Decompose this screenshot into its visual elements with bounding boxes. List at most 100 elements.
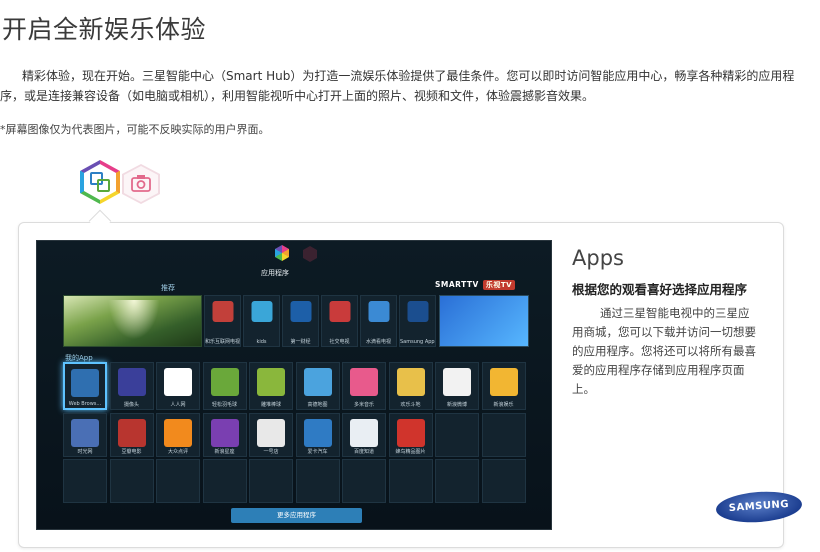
app-icon (117, 368, 146, 396)
app-tile[interactable]: 人人网 (156, 362, 200, 410)
app-label: 高德地图 (307, 402, 328, 408)
app-tile[interactable]: 摄像头 (109, 362, 154, 410)
panel-body: 通过三星智能电视中的三星应用商城，您可以下载并访问一切想要的应用程序。您将还可以… (572, 306, 756, 396)
app-label: 时光网 (77, 449, 93, 455)
app-label: 豆瓣电影 (121, 449, 142, 455)
app-icon (489, 368, 518, 396)
recommended-label: 推荐 (161, 284, 175, 292)
more-apps-button[interactable]: 更多应用程序 (231, 508, 362, 523)
app-tile[interactable]: 爱卡汽车 (295, 413, 340, 457)
app-icon (303, 368, 332, 396)
app-icon (117, 419, 146, 447)
app-tile[interactable] (481, 459, 526, 503)
recommended-banner[interactable] (63, 295, 202, 347)
app-icon (71, 369, 99, 397)
app-icon (164, 419, 192, 447)
app-label: 新浪娱乐 (493, 402, 514, 408)
app-tile[interactable]: 社交电视 (321, 295, 358, 347)
app-icon (368, 301, 389, 322)
app-icon (396, 368, 425, 396)
app-label: kids (256, 339, 267, 345)
app-tile[interactable] (435, 459, 479, 503)
app-tile[interactable]: 蜂鸟精品图片 (388, 413, 433, 457)
app-tile[interactable]: 新浪微博 (435, 362, 479, 410)
app-label: Samsung Apps (400, 339, 436, 345)
app-label: 水滴看电视 (365, 339, 391, 345)
app-icon (396, 419, 425, 447)
app-tile[interactable]: 雕堆棒球 (249, 362, 293, 410)
app-icon (329, 301, 350, 322)
app-tile[interactable] (435, 413, 479, 457)
app-tile[interactable]: 高德地图 (295, 362, 340, 410)
app-label: 社交电视 (329, 339, 350, 345)
tv-screenshot: 应用程序 推荐 SMARTTV 乐视TV 我的App 更多应用程序 和乐互联网电视… (36, 240, 552, 530)
apps-hex-tab[interactable] (80, 160, 120, 204)
samsung-apps-banner[interactable] (439, 295, 529, 347)
app-icon (212, 301, 233, 322)
app-tile[interactable] (202, 459, 247, 503)
app-tile[interactable] (342, 459, 386, 503)
app-tile[interactable]: 欢乐斗地 (388, 362, 433, 410)
app-tile[interactable]: 百度知道 (342, 413, 386, 457)
app-tile[interactable] (63, 459, 107, 503)
app-label: 蜂鸟精品图片 (395, 449, 426, 455)
app-tile[interactable]: 大众点评 (156, 413, 200, 457)
app-tile[interactable] (249, 459, 293, 503)
app-label: 和乐互联网电视 (205, 339, 241, 345)
app-tile[interactable] (109, 459, 154, 503)
camera-icon (131, 175, 151, 192)
app-tile[interactable]: 第一财经 (282, 295, 319, 347)
app-icon (303, 419, 332, 447)
app-icon (71, 419, 99, 447)
app-tile[interactable]: 多米音乐 (342, 362, 386, 410)
app-icon (164, 368, 192, 396)
app-icon (407, 301, 428, 322)
app-icon (257, 368, 285, 396)
app-icon (210, 368, 239, 396)
app-tile[interactable]: 新浪娱乐 (481, 362, 526, 410)
app-label: 新浪星座 (214, 449, 235, 455)
app-tile[interactable] (295, 459, 340, 503)
panel-title: Apps (572, 246, 624, 270)
intro-paragraph: 精彩体验，现在开始。三星智能中心（Smart Hub）为打造一流娱乐体验提供了最… (0, 69, 795, 103)
letv-badge: 乐视TV (482, 280, 516, 290)
app-icon (290, 301, 311, 322)
app-label: 一号店 (263, 449, 279, 455)
app-tile[interactable]: Web Brows... (63, 362, 107, 410)
app-label: 第一财经 (290, 339, 311, 345)
app-icon (257, 419, 285, 447)
app-label: 爱卡汽车 (307, 449, 328, 455)
app-label: 欢乐斗地 (400, 402, 421, 408)
tv-tab-label: 应用程序 (261, 269, 289, 277)
app-tile[interactable]: kids (243, 295, 280, 347)
app-tile[interactable]: 轻松羽毛球 (202, 362, 247, 410)
app-label: Web Brows... (68, 401, 102, 407)
camera-hex-tab[interactable] (122, 164, 160, 204)
smarttv-logo: SMARTTV 乐视TV (435, 280, 547, 292)
app-icon (350, 419, 378, 447)
app-tile[interactable] (388, 459, 433, 503)
disclaimer-note: *屏幕图像仅为代表图片，可能不反映实际的用户界面。 (0, 123, 270, 136)
panel-subtitle: 根据您的观看喜好选择应用程序 (572, 282, 748, 297)
app-tile[interactable]: 一号店 (249, 413, 293, 457)
app-label: 雕堆棒球 (260, 402, 281, 408)
app-tile[interactable]: 水滴看电视 (360, 295, 397, 347)
app-tile[interactable]: 和乐互联网电视 (204, 295, 241, 347)
app-icon (350, 368, 378, 396)
app-label: 百度知道 (353, 449, 374, 455)
app-tile[interactable]: 新浪星座 (202, 413, 247, 457)
app-tile[interactable] (156, 459, 200, 503)
app-icon (251, 301, 272, 322)
app-tile[interactable]: Samsung Apps (399, 295, 436, 347)
app-label: 轻松羽毛球 (211, 402, 237, 408)
app-tile[interactable] (481, 413, 526, 457)
app-label: 多米音乐 (353, 402, 374, 408)
tv-camera-tab-icon[interactable] (303, 246, 317, 262)
tv-apps-tab-icon[interactable] (275, 245, 289, 261)
app-tile[interactable]: 时光网 (63, 413, 107, 457)
apps-icon (90, 172, 110, 192)
app-label: 摄像头 (123, 402, 139, 408)
app-tile[interactable]: 豆瓣电影 (109, 413, 154, 457)
app-icon (210, 419, 239, 447)
app-label: 新浪微博 (446, 402, 467, 408)
